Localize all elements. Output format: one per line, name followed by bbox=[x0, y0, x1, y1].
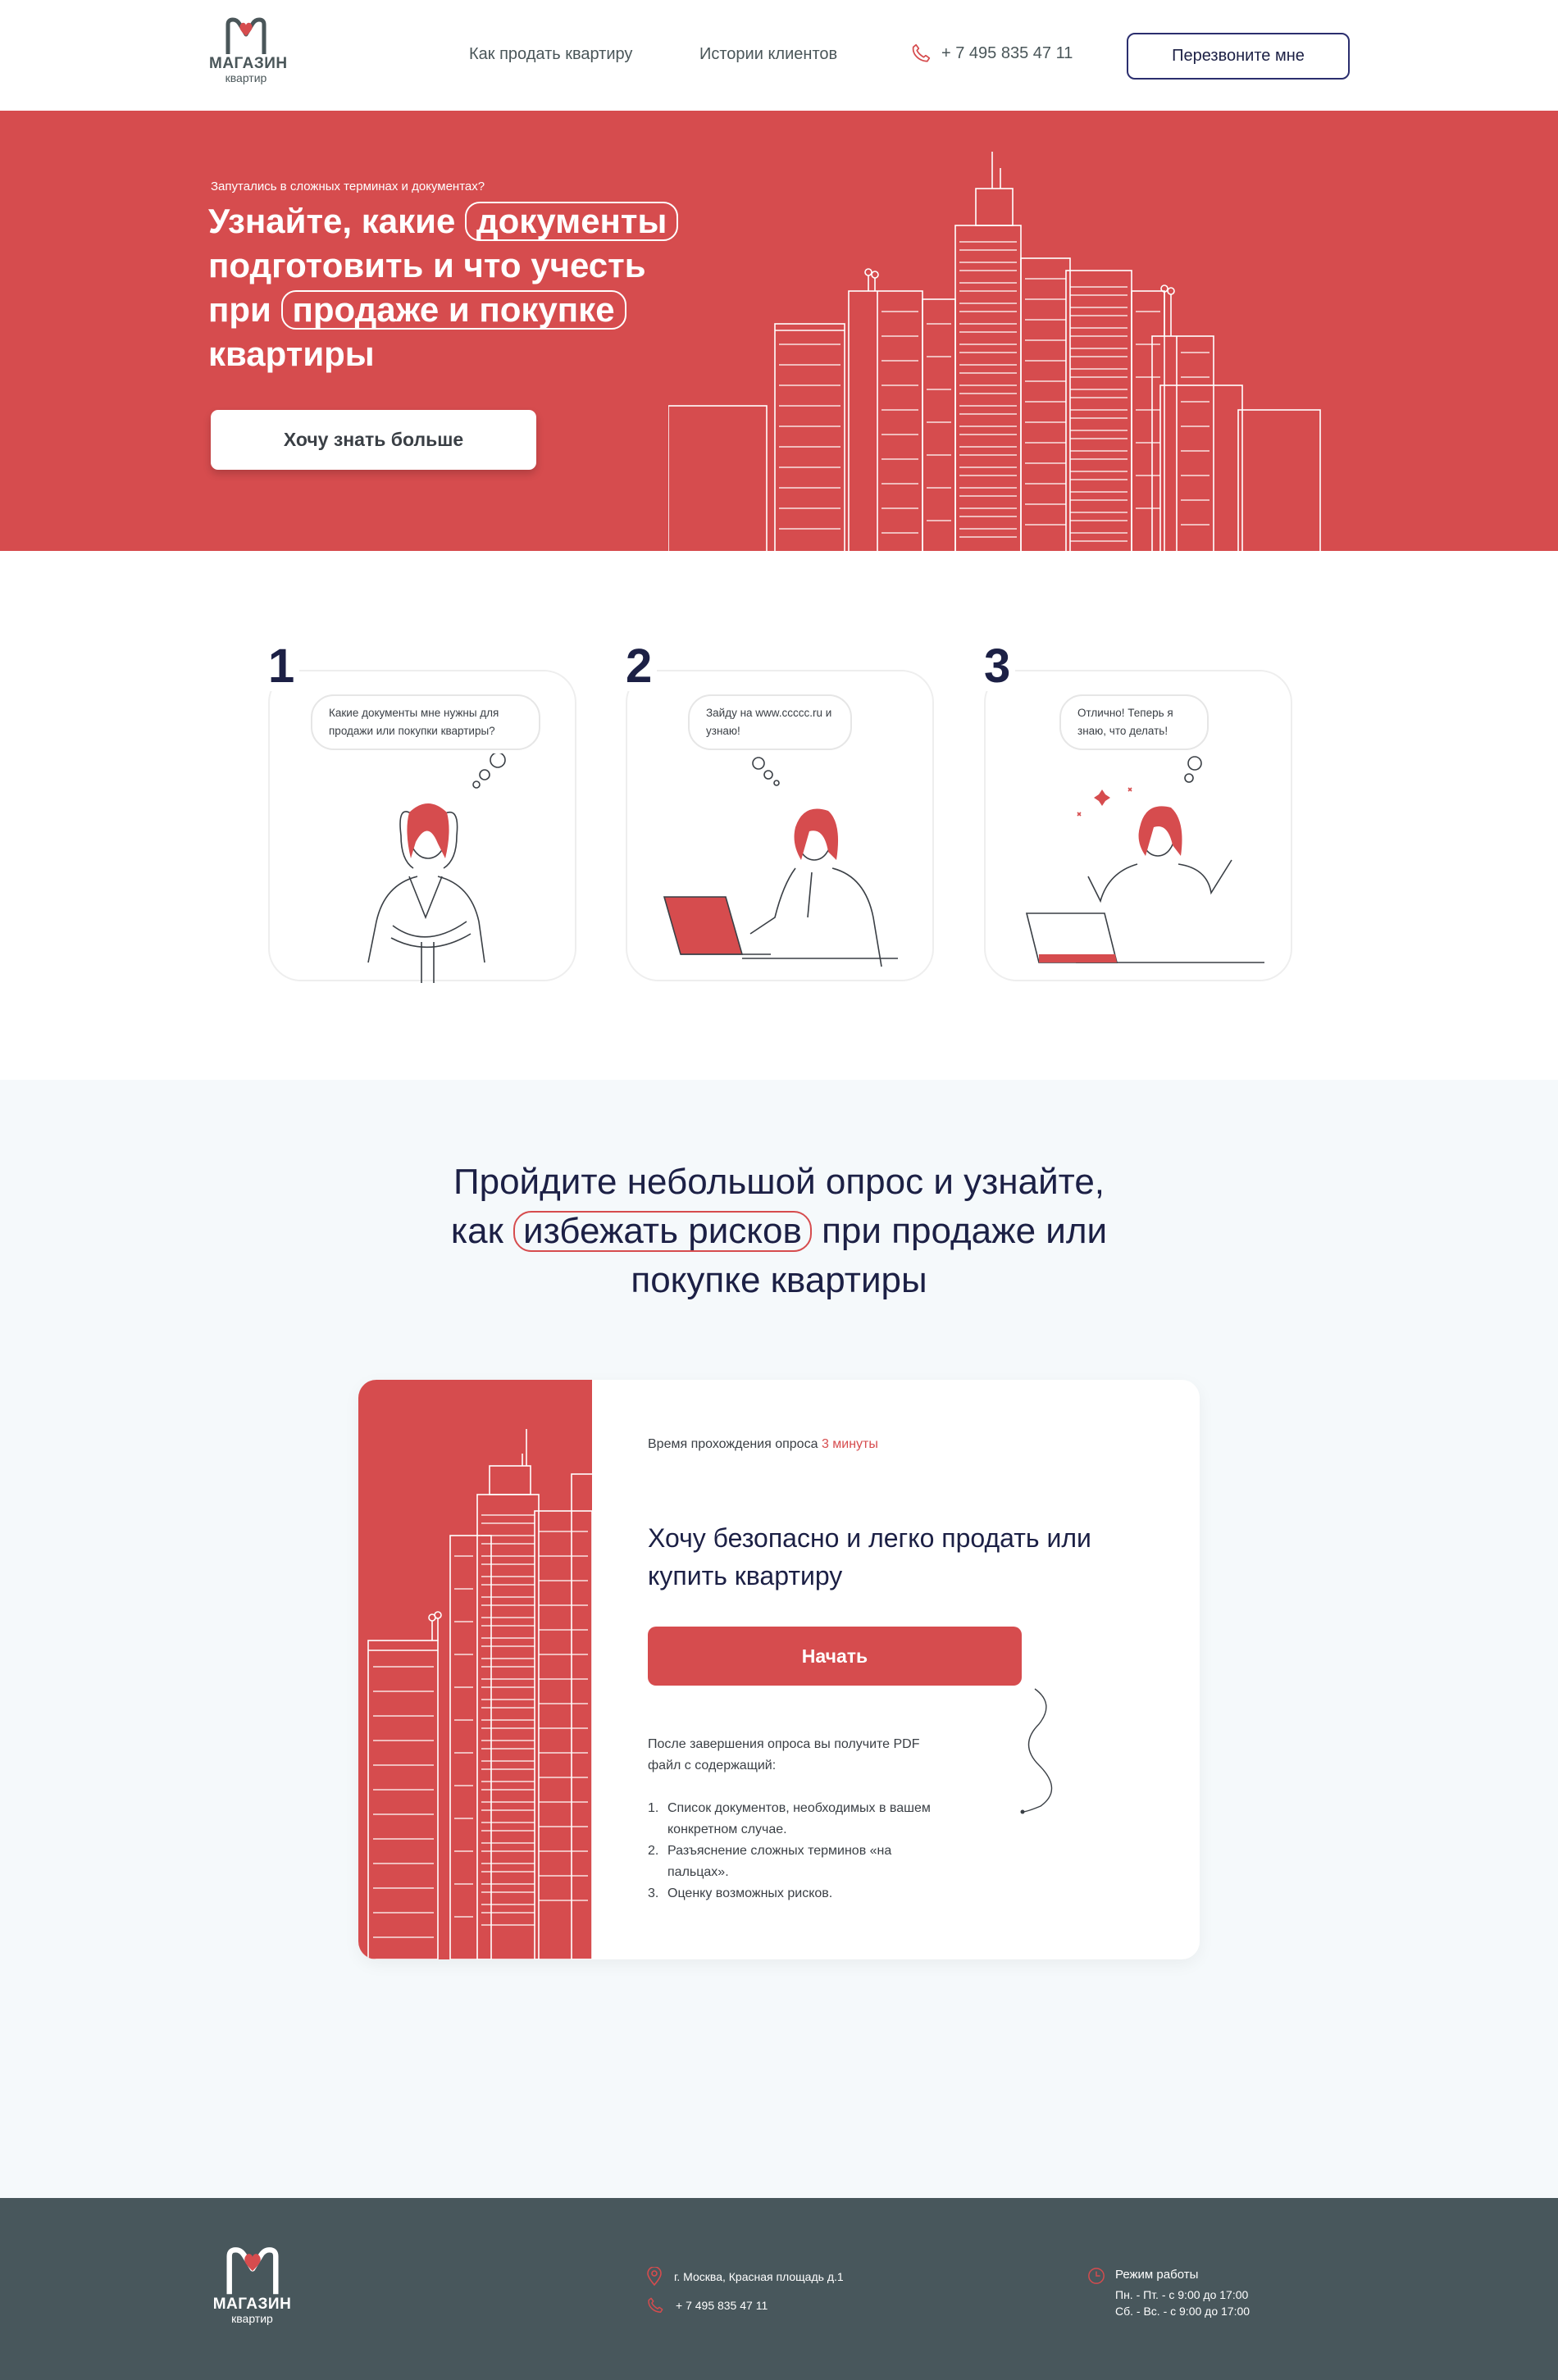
quiz-heading: Пройдите небольшой опрос и узнайте, как … bbox=[369, 1158, 1189, 1305]
steps-section: 1 Какие документы мне нужны для продажи … bbox=[0, 551, 1558, 1080]
logo-title: МАГАЗИН bbox=[209, 55, 288, 72]
footer-hours-weekdays: Пн. - Пт. - с 9:00 до 17:00 bbox=[1115, 2288, 1249, 2301]
footer-hours-title: Режим работы bbox=[1115, 2268, 1199, 2282]
list-item: 2. Разъяснение сложных терминов «на пальц… bbox=[648, 1841, 943, 1883]
quiz-section: Пройдите небольшой опрос и узнайте, как … bbox=[0, 1080, 1558, 2198]
logo-subtitle: квартир bbox=[231, 2312, 273, 2325]
quiz-duration: Время прохождения опроса 3 минуты bbox=[648, 1437, 878, 1452]
hero-title-pill-documents: документы bbox=[464, 202, 679, 241]
hero-title-part4: квартиры bbox=[208, 334, 375, 373]
woman-at-laptop-illustration bbox=[663, 757, 898, 967]
phone-icon bbox=[912, 43, 931, 62]
buildings-illustration bbox=[668, 152, 1321, 551]
step-card-2: 2 Зайду на www.ccccc.ru и узнаю! bbox=[626, 642, 934, 981]
footer-hours-weekend: Сб. - Вс. - с 9:00 до 17:00 bbox=[1115, 2305, 1250, 2318]
quiz-benefits-list: 1. Список документов, необходимых в вашем… bbox=[648, 1798, 943, 1904]
hero-section: Запутались в сложных терминах и документ… bbox=[0, 111, 1558, 551]
quiz-card-illustration-panel bbox=[358, 1380, 592, 1959]
quiz-heading-pill-risks: избежать рисков bbox=[513, 1211, 812, 1252]
hero-title-part1: Узнайте, какие bbox=[208, 202, 456, 240]
logo[interactable]: МАГАЗИН квартир bbox=[209, 16, 288, 84]
header: МАГАЗИН квартир Как продать квартиру Ист… bbox=[0, 0, 1558, 111]
list-item-text: Список документов, необходимых в вашем к… bbox=[667, 1801, 931, 1836]
card-buildings-illustration bbox=[367, 1429, 592, 1959]
footer-address-text: г. Москва, Красная площадь д.1 bbox=[674, 2270, 844, 2283]
clock-icon bbox=[1088, 2268, 1105, 2284]
footer-hours: Режим работы Пн. - Пт. - с 9:00 до 17:00… bbox=[1087, 2267, 1250, 2319]
step-number: 3 bbox=[984, 642, 1016, 691]
list-item-text: Разъяснение сложных терминов «на пальцах… bbox=[667, 1844, 892, 1879]
logo-subtitle: квартир bbox=[225, 71, 267, 84]
thought-bubble: Какие документы мне нужны для продажи ил… bbox=[311, 694, 540, 750]
list-item: 1. Список документов, необходимых в вашем… bbox=[648, 1798, 943, 1841]
step-card-3: 3 Отлично! Теперь я знаю, что делать! bbox=[984, 642, 1292, 981]
phone-icon bbox=[648, 2297, 663, 2313]
confused-woman-illustration bbox=[367, 753, 506, 983]
location-pin-icon bbox=[647, 2267, 662, 2287]
quiz-card-title: Хочу безопасно и легко продать или купит… bbox=[648, 1523, 1091, 1590]
footer-address: г. Москва, Красная площадь д.1 bbox=[646, 2267, 844, 2287]
hero-title-pill-sale: продаже и покупке bbox=[280, 290, 626, 330]
callback-button[interactable]: Перезвоните мне bbox=[1127, 33, 1350, 80]
hero-kicker: Запутались в сложных терминах и документ… bbox=[211, 180, 485, 193]
quiz-card: Время прохождения опроса 3 минуты Хочу б… bbox=[358, 1380, 1200, 1959]
footer-logo[interactable]: МАГАЗИН квартир bbox=[209, 2246, 295, 2324]
list-item-text: Оценку возможных рисков. bbox=[667, 1886, 833, 1900]
quiz-heading-pre: как bbox=[450, 1211, 503, 1251]
footer-phone[interactable]: + 7 495 835 47 11 bbox=[646, 2296, 768, 2314]
footer: МАГАЗИН квартир г. Москва, Красная площа… bbox=[0, 2198, 1558, 2380]
squiggle-decoration bbox=[1020, 1688, 1053, 1814]
happy-woman-illustration bbox=[1025, 756, 1264, 963]
learn-more-button[interactable]: Хочу знать больше bbox=[211, 410, 536, 470]
header-phone-number: + 7 495 835 47 11 bbox=[941, 43, 1073, 62]
thought-bubble: Отлично! Теперь я знаю, что делать! bbox=[1059, 694, 1209, 750]
hero-title: Узнайте, какие документы подготовить и ч… bbox=[208, 199, 733, 376]
quiz-heading-post: при продаже или bbox=[822, 1211, 1108, 1251]
step-number: 1 bbox=[268, 642, 300, 691]
list-item: 3. Оценку возможных рисков. bbox=[648, 1883, 943, 1904]
thought-bubble: Зайду на www.ccccc.ru и узнаю! bbox=[688, 694, 852, 750]
logo-mark-icon bbox=[226, 17, 266, 54]
start-quiz-button[interactable]: Начать bbox=[648, 1627, 1022, 1686]
header-phone[interactable]: + 7 495 835 47 11 bbox=[910, 43, 1073, 64]
footer-phone-text: + 7 495 835 47 11 bbox=[676, 2299, 768, 2312]
hero-title-part3: при bbox=[208, 290, 271, 329]
step-card-1: 1 Какие документы мне нужны для продажи … bbox=[268, 642, 576, 983]
nav-client-stories[interactable]: Истории клиентов bbox=[699, 45, 837, 64]
nav-how-to-sell[interactable]: Как продать квартиру bbox=[469, 45, 632, 64]
logo-mark-icon bbox=[226, 2247, 278, 2295]
quiz-duration-label: Время прохождения опроса bbox=[648, 1437, 818, 1451]
hero-title-part2: подготовить и что учесть bbox=[208, 246, 646, 284]
quiz-note: После завершения опроса вы получите PDF … bbox=[648, 1737, 920, 1772]
step-number: 2 bbox=[626, 642, 658, 691]
quiz-duration-value: 3 минуты bbox=[821, 1437, 878, 1451]
logo-title: МАГАЗИН bbox=[212, 2296, 292, 2313]
quiz-heading-line3: покупке квартиры bbox=[631, 1260, 927, 1300]
quiz-heading-line1: Пройдите небольшой опрос и узнайте, bbox=[453, 1162, 1105, 1202]
